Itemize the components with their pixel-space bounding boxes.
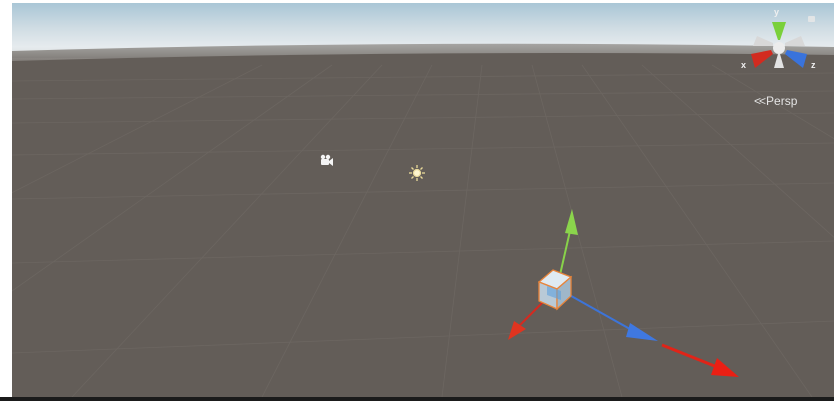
gizmo-y-label: y	[774, 7, 780, 17]
gizmo-lock-icon[interactable]	[808, 16, 815, 22]
projection-toggle[interactable]: << Persp	[754, 94, 797, 108]
scene-canvas[interactable]	[12, 3, 834, 397]
projection-label: Persp	[766, 94, 798, 108]
ground-plane	[12, 53, 834, 397]
bottom-border	[0, 397, 834, 401]
gizmo-x-label: x	[741, 60, 747, 70]
projection-chevron-icon: <<	[754, 94, 766, 108]
gizmo-z-label: z	[811, 60, 816, 70]
gizmo-center-cube[interactable]	[773, 42, 785, 54]
scene-view-viewport[interactable]: y x z << Persp	[12, 3, 834, 397]
